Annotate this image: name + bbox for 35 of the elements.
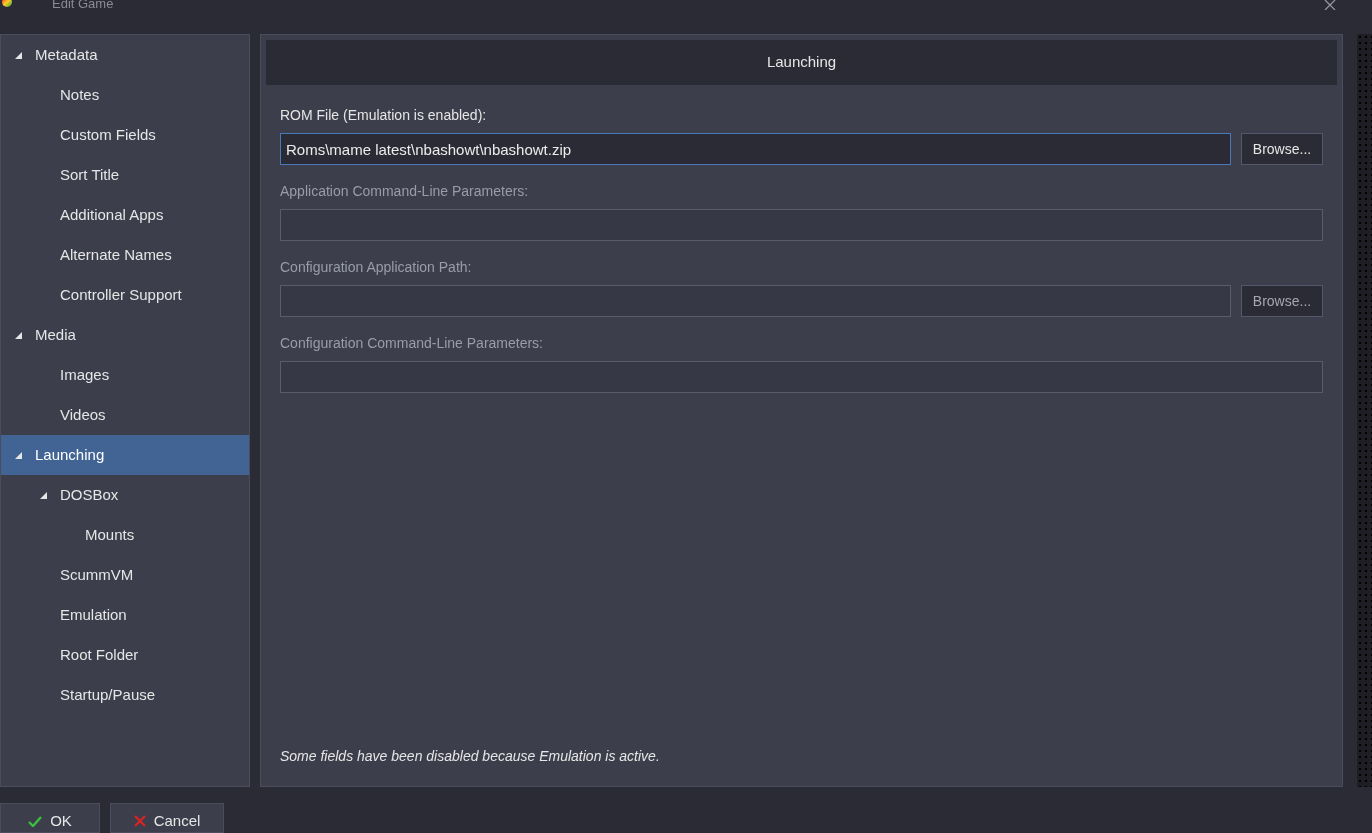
close-icon[interactable] [1324,0,1336,10]
field-label: Configuration Application Path: [280,258,473,277]
cancel-button[interactable]: Cancel [110,803,224,833]
tree-item[interactable]: Alternate Names [1,235,249,275]
tree-item[interactable]: Startup/Pause [1,675,249,715]
tree-item[interactable]: Metadata [1,35,249,75]
tree-item[interactable]: Root Folder [1,635,249,675]
field-label: Configuration Command-Line Parameters: [280,334,544,353]
tree-item[interactable]: Sort Title [1,155,249,195]
tree-item[interactable]: Launching [1,435,249,475]
expanded-triangle-icon[interactable] [40,491,47,499]
tree-item[interactable]: Controller Support [1,275,249,315]
browse-button[interactable]: Browse... [1241,133,1323,165]
tree-item[interactable]: Notes [1,75,249,115]
text-field[interactable]: Roms\mame latest\nbashowt\nbashowt.zip [280,133,1231,165]
tree-item[interactable]: ScummVM [1,555,249,595]
expanded-triangle-icon[interactable] [15,451,22,459]
expanded-triangle-icon[interactable] [15,331,22,339]
tree-item[interactable]: DOSBox [1,475,249,515]
field-label: Application Command-Line Parameters: [280,182,530,201]
field-label: ROM File (Emulation is enabled): [280,106,488,125]
panel-header: Launching [266,40,1337,85]
cross-icon [133,815,146,827]
check-icon [28,815,43,827]
tree-item[interactable]: Custom Fields [1,115,249,155]
tree-item[interactable]: Images [1,355,249,395]
ok-button[interactable]: OK [0,803,100,833]
expanded-triangle-icon[interactable] [15,51,22,59]
tree-item[interactable]: Mounts [1,515,249,555]
tree-item[interactable]: Additional Apps [1,195,249,235]
disabled-fields-note: Some fields have been disabled because Emulation is active. [279,747,661,766]
tree-item[interactable]: Videos [1,395,249,435]
tree-item[interactable]: Emulation [1,595,249,635]
tree-item[interactable]: Media [1,315,249,355]
app-logo-icon [2,0,12,7]
